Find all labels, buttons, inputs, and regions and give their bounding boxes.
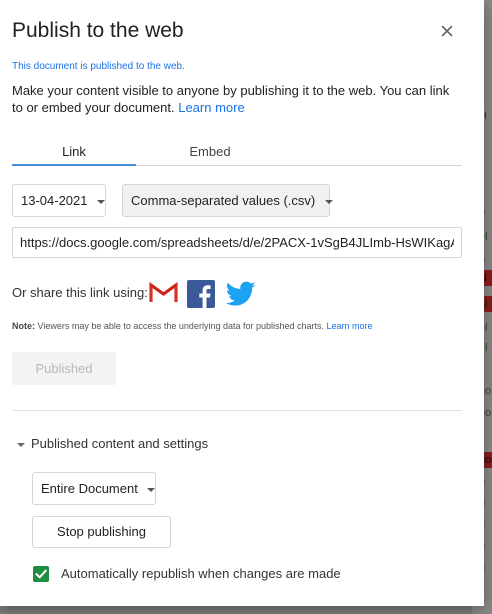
note-prefix: Note:	[12, 321, 35, 331]
share-label: Or share this link using:	[12, 285, 148, 300]
learn-more-link[interactable]: Learn more	[178, 100, 244, 115]
caret-down-icon	[17, 442, 25, 447]
auto-republish-label: Automatically republish when changes are…	[61, 566, 341, 581]
note-text: Viewers may be able to access the underl…	[37, 321, 325, 331]
tab-link[interactable]: Link	[12, 138, 136, 166]
date-dropdown-value: 13-04-2021	[21, 193, 88, 208]
published-settings-toggle[interactable]: Published content and settings	[17, 436, 208, 451]
auto-republish-checkbox[interactable]	[33, 566, 49, 582]
facebook-icon[interactable]	[187, 280, 215, 308]
twitter-icon[interactable]	[225, 281, 256, 307]
tab-embed[interactable]: Embed	[136, 138, 284, 166]
close-icon	[441, 25, 453, 37]
charts-note: Note: Viewers may be able to access the …	[12, 321, 373, 331]
format-dropdown[interactable]: Comma-separated values (.csv)	[122, 184, 333, 217]
tab-bar: Link Embed	[12, 138, 462, 166]
date-dropdown[interactable]: 13-04-2021	[12, 184, 106, 217]
close-button[interactable]	[436, 20, 458, 42]
chevron-down-icon	[147, 487, 156, 492]
published-button: Published	[12, 352, 116, 385]
publish-dialog: Publish to the web This document is publ…	[0, 0, 484, 606]
publish-status: This document is published to the web.	[12, 61, 185, 72]
dialog-title: Publish to the web	[12, 19, 184, 42]
section-divider	[12, 410, 462, 411]
chevron-down-icon	[97, 199, 106, 204]
scope-dropdown[interactable]: Entire Document	[32, 472, 156, 505]
chevron-down-icon	[324, 199, 333, 204]
scope-dropdown-value: Entire Document	[41, 481, 138, 496]
checkmark-icon	[35, 569, 48, 579]
description: Make your content visible to anyone by p…	[12, 82, 457, 116]
published-url-field[interactable]	[12, 227, 462, 258]
format-dropdown-value: Comma-separated values (.csv)	[131, 193, 316, 208]
published-settings-label: Published content and settings	[31, 436, 209, 451]
note-learn-more-link[interactable]: Learn more	[327, 321, 373, 331]
gmail-icon[interactable]	[149, 281, 178, 304]
stop-publishing-button[interactable]: Stop publishing	[32, 516, 171, 548]
